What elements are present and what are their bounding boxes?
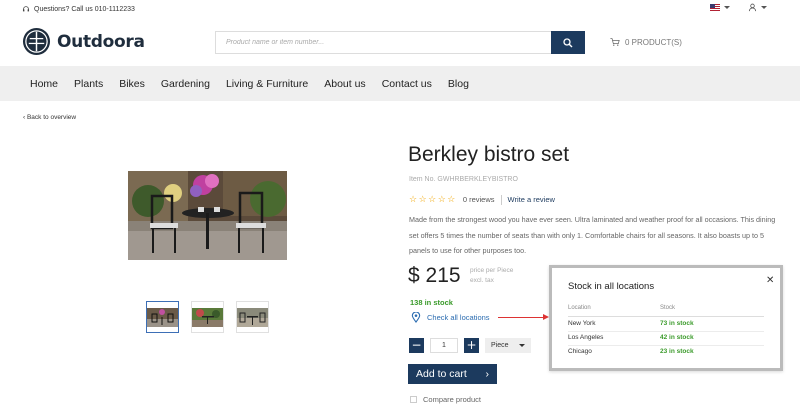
thumbnail-image — [237, 307, 268, 327]
search-button[interactable] — [551, 31, 585, 54]
column-header-location: Location — [568, 305, 591, 311]
search-icon — [563, 37, 573, 47]
help-line: Questions? Call us 010-1112233 — [22, 5, 135, 13]
header-cart[interactable]: 0 PRODUCT(S) — [610, 37, 682, 47]
nav-item-about-us[interactable]: About us — [324, 78, 365, 90]
rating-row: ☆☆☆☆☆ 0 reviews Write a review — [409, 194, 555, 205]
compare-product[interactable]: Compare product — [410, 395, 481, 404]
cart-count-label: 0 PRODUCT(S) — [625, 37, 682, 47]
nav-item-home[interactable]: Home — [30, 78, 58, 90]
close-icon[interactable]: ✕ — [766, 275, 774, 286]
annotation-arrow-line — [498, 317, 544, 318]
brand-name: Outdoora — [57, 31, 145, 52]
decrease-quantity-button[interactable]: − — [409, 338, 424, 353]
thumbnail-image — [192, 307, 223, 327]
us-flag-icon — [710, 4, 720, 11]
nav-item-bikes[interactable]: Bikes — [119, 78, 145, 90]
logo-icon — [22, 27, 51, 56]
search-input[interactable] — [215, 31, 551, 54]
location-cell: Los Angeles — [568, 334, 604, 341]
chevron-down-icon — [519, 344, 525, 347]
product-price: $ 215 — [408, 264, 461, 287]
account-menu[interactable] — [748, 3, 767, 12]
stock-cell: 73 in stock — [660, 320, 694, 327]
review-count: 0 reviews — [462, 195, 495, 204]
product-main-image[interactable] — [128, 171, 287, 260]
location-pin-icon — [411, 312, 421, 323]
unit-select-value: Piece — [491, 342, 509, 349]
user-icon — [748, 3, 757, 12]
table-row: New York 73 in stock — [568, 318, 764, 332]
add-to-cart-label: Add to cart — [416, 368, 467, 380]
stock-cell: 23 in stock — [660, 348, 694, 355]
thumbnail-3[interactable] — [236, 301, 269, 333]
price-per-unit: price per Piece — [470, 267, 514, 274]
table-row: Chicago 23 in stock — [568, 346, 764, 360]
compare-checkbox[interactable] — [410, 396, 417, 403]
star-rating-icon: ☆☆☆☆☆ — [409, 194, 457, 204]
cart-icon — [610, 38, 620, 46]
search-bar — [215, 31, 585, 54]
write-review-link[interactable]: Write a review — [508, 195, 555, 204]
brand-logo[interactable]: Outdoora — [22, 27, 145, 56]
product-description: Made from the strongest wood you have ev… — [409, 215, 776, 255]
popup-title: Stock in all locations — [568, 281, 655, 292]
price-tax-note: excl. tax — [470, 276, 494, 284]
thumbnail-image — [147, 307, 178, 327]
nav-item-blog[interactable]: Blog — [448, 78, 469, 90]
top-bar: Questions? Call us 010-1112233 — [0, 0, 800, 18]
quantity-input[interactable] — [430, 338, 458, 353]
help-text: Questions? Call us 010-1112233 — [34, 5, 135, 13]
main-nav: Home Plants Bikes Gardening Living & Furnitu… — [0, 66, 800, 101]
nav-item-gardening[interactable]: Gardening — [161, 78, 210, 90]
location-cell: New York — [568, 320, 596, 327]
stock-table-header: Location Stock — [568, 305, 764, 317]
chevron-down-icon — [724, 6, 730, 9]
location-cell: Chicago — [568, 348, 592, 355]
check-all-locations-label: Check all locations — [427, 313, 490, 322]
nav-item-contact-us[interactable]: Contact us — [382, 78, 432, 90]
bistro-set-photo — [128, 171, 287, 260]
quantity-row: − + Piece — [409, 338, 531, 353]
nav-item-living-furniture[interactable]: Living & Furniture — [226, 78, 308, 90]
compare-label: Compare product — [423, 395, 481, 404]
thumbnail-2[interactable] — [191, 301, 224, 333]
item-number: Item No. GWHRBERKLEYBISTRO — [409, 176, 518, 183]
table-row: Los Angeles 42 in stock — [568, 332, 764, 346]
increase-quantity-button[interactable]: + — [464, 338, 479, 353]
stock-locations-popup: Stock in all locations ✕ Location Stock … — [549, 265, 783, 371]
unit-select[interactable]: Piece — [485, 338, 531, 353]
chevron-right-icon: › — [485, 368, 490, 380]
back-to-overview-link[interactable]: ‹ Back to overview — [23, 114, 76, 121]
price-note: price per Piece excl. tax — [470, 266, 513, 285]
divider — [500, 194, 502, 205]
chevron-down-icon — [761, 6, 767, 9]
add-to-cart-button[interactable]: Add to cart › — [408, 364, 497, 384]
check-all-locations-link[interactable]: Check all locations — [411, 312, 490, 323]
language-selector[interactable] — [710, 4, 730, 11]
column-header-stock: Stock — [660, 305, 676, 311]
stock-cell: 42 in stock — [660, 334, 694, 341]
stock-status: 138 in stock — [410, 298, 453, 307]
product-title: Berkley bistro set — [408, 143, 570, 166]
thumbnail-1[interactable] — [146, 301, 179, 333]
headset-icon — [22, 6, 30, 12]
nav-item-plants[interactable]: Plants — [74, 78, 103, 90]
